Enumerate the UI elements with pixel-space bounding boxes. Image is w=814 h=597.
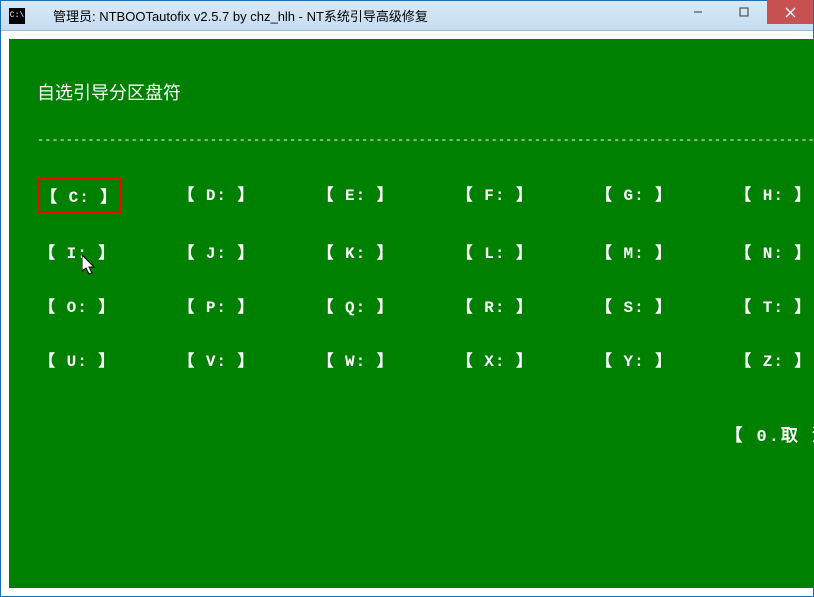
drive-button-t[interactable]: 【 T: 】 <box>733 289 813 321</box>
drive-button-n[interactable]: 【 N: 】 <box>733 235 813 267</box>
drive-button-f[interactable]: 【 F: 】 <box>455 177 535 209</box>
drive-button-v[interactable]: 【 V: 】 <box>176 343 256 375</box>
content-area: 自选引导分区盘符 -------------------------------… <box>1 31 813 596</box>
drive-button-s[interactable]: 【 S: 】 <box>594 289 674 321</box>
window-controls <box>675 1 813 30</box>
drive-button-z[interactable]: 【 Z: 】 <box>733 343 813 375</box>
drive-button-m[interactable]: 【 M: 】 <box>594 235 674 267</box>
drive-button-x[interactable]: 【 X: 】 <box>455 343 535 375</box>
drive-button-w[interactable]: 【 W: 】 <box>315 343 395 375</box>
drive-button-p[interactable]: 【 P: 】 <box>176 289 256 321</box>
window-title: 管理员: NTBOOTautofix v2.5.7 by chz_hlh - N… <box>33 6 675 25</box>
drive-button-o[interactable]: 【 O: 】 <box>37 289 117 321</box>
close-icon <box>785 7 796 18</box>
drive-button-u[interactable]: 【 U: 】 <box>37 343 117 375</box>
console-panel: 自选引导分区盘符 -------------------------------… <box>9 39 814 588</box>
close-button[interactable] <box>767 0 813 24</box>
app-icon: C:\ <box>9 8 25 24</box>
drive-button-h[interactable]: 【 H: 】 <box>733 177 813 209</box>
drive-button-k[interactable]: 【 K: 】 <box>315 235 395 267</box>
drive-button-d[interactable]: 【 D: 】 <box>176 177 256 209</box>
drive-button-l[interactable]: 【 L: 】 <box>455 235 535 267</box>
maximize-button[interactable] <box>721 0 767 24</box>
drive-button-g[interactable]: 【 G: 】 <box>594 177 674 209</box>
heading: 自选引导分区盘符 <box>37 79 814 105</box>
minimize-icon <box>693 7 703 17</box>
drive-button-r[interactable]: 【 R: 】 <box>455 289 535 321</box>
cancel-button[interactable]: 【 0.取 消 】 <box>725 428 814 447</box>
drive-button-y[interactable]: 【 Y: 】 <box>594 343 674 375</box>
divider-line: ----------------------------------------… <box>37 133 814 147</box>
maximize-icon <box>739 7 749 17</box>
app-window: C:\ 管理员: NTBOOTautofix v2.5.7 by chz_hlh… <box>0 0 814 597</box>
drive-button-j[interactable]: 【 J: 】 <box>176 235 256 267</box>
drive-button-i[interactable]: 【 I: 】 <box>37 235 117 267</box>
drive-grid: 【 C: 】 【 D: 】 【 E: 】 【 F: 】 【 G: 】 【 H: 】【 I:… <box>37 177 814 375</box>
minimize-button[interactable] <box>675 0 721 24</box>
drive-button-e[interactable]: 【 E: 】 <box>315 177 395 209</box>
drive-button-q[interactable]: 【 Q: 】 <box>315 289 395 321</box>
drive-button-c[interactable]: 【 C: 】 <box>37 177 121 213</box>
cancel-row: 【 0.取 消 】 <box>37 421 814 447</box>
titlebar: C:\ 管理员: NTBOOTautofix v2.5.7 by chz_hlh… <box>1 1 813 31</box>
